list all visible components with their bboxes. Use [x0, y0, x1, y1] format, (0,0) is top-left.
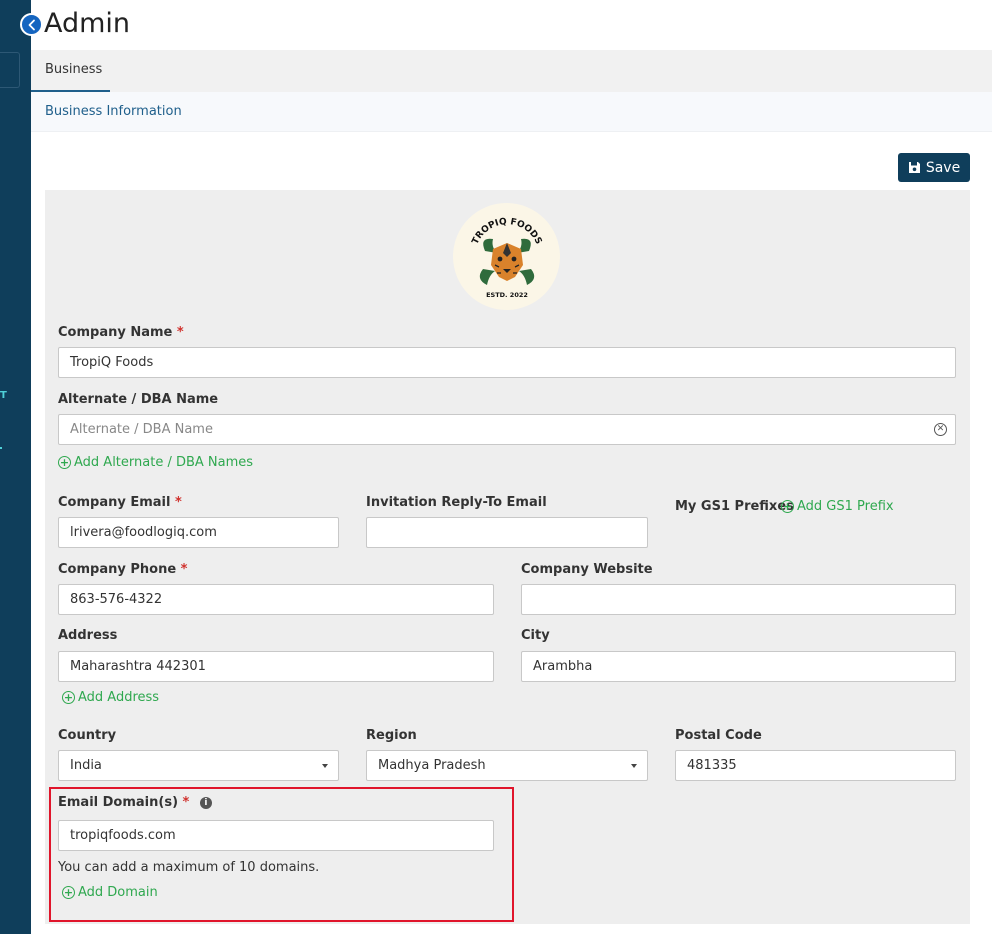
sidebar-nav-text-fragment[interactable]: T	[0, 390, 8, 401]
plus-circle-icon: +	[781, 500, 794, 513]
postal-code-label: Postal Code	[675, 728, 762, 743]
city-input[interactable]: Arambha	[521, 651, 956, 682]
country-value: India	[70, 758, 102, 773]
svg-text:TROPIQ FOODS: TROPIQ FOODS	[470, 216, 543, 245]
add-gs1-prefix-link[interactable]: + Add GS1 Prefix	[781, 499, 894, 514]
gs1-prefixes-label: My GS1 Prefixes	[675, 499, 794, 514]
company-website-label: Company Website	[521, 562, 653, 577]
company-phone-input[interactable]: 863-576-4322	[58, 584, 494, 615]
company-logo[interactable]: TROPIQ FOODS ESTD. 2022	[453, 203, 560, 310]
add-domain-link[interactable]: + Add Domain	[62, 885, 158, 900]
plus-circle-icon: +	[62, 886, 75, 899]
alt-name-input[interactable]: Alternate / DBA Name ✕	[58, 414, 956, 445]
dropdown-caret-icon	[631, 764, 637, 768]
address-input[interactable]: Maharashtra 442301	[58, 651, 494, 682]
region-label: Region	[366, 728, 417, 743]
save-button-label: Save	[925, 159, 961, 176]
company-name-label: Company Name *	[58, 325, 184, 340]
email-domains-label: Email Domain(s) * i	[58, 795, 212, 810]
invitation-email-label: Invitation Reply-To Email	[366, 495, 547, 510]
sidebar: T	[0, 0, 31, 934]
sidebar-nav-dot	[0, 447, 2, 449]
plus-circle-icon: +	[62, 691, 75, 704]
add-alt-name-link[interactable]: + Add Alternate / DBA Names	[58, 455, 253, 470]
country-select[interactable]: India	[58, 750, 339, 781]
email-domain-hint: You can add a maximum of 10 domains.	[58, 860, 320, 875]
dropdown-caret-icon	[322, 764, 328, 768]
clear-x-icon[interactable]: ✕	[934, 423, 947, 436]
sub-navigation: Business Information	[31, 92, 992, 132]
country-label: Country	[58, 728, 117, 743]
page-title: Admin	[44, 8, 131, 39]
tiger-logo-icon: TROPIQ FOODS ESTD. 2022	[470, 216, 543, 299]
subnav-business-information[interactable]: Business Information	[45, 104, 182, 119]
floppy-disk-icon	[908, 162, 920, 173]
tab-business[interactable]: Business	[31, 50, 110, 92]
alt-name-label: Alternate / DBA Name	[58, 392, 219, 407]
invitation-email-input[interactable]	[366, 517, 648, 548]
company-name-input[interactable]: TropiQ Foods	[58, 347, 956, 378]
address-label: Address	[58, 628, 118, 643]
region-value: Madhya Pradesh	[378, 758, 486, 773]
add-address-link[interactable]: + Add Address	[62, 690, 159, 705]
svg-text:ESTD. 2022: ESTD. 2022	[486, 291, 528, 299]
company-phone-label: Company Phone *	[58, 562, 188, 577]
alt-name-placeholder: Alternate / DBA Name	[70, 422, 213, 437]
collapse-sidebar-button[interactable]	[20, 13, 43, 36]
tab-bar: Business	[31, 50, 992, 92]
region-select[interactable]: Madhya Pradesh	[366, 750, 648, 781]
company-email-input[interactable]: lrivera@foodlogiq.com	[58, 517, 339, 548]
info-icon[interactable]: i	[199, 797, 212, 809]
city-label: City	[521, 628, 550, 643]
email-domain-input[interactable]: tropiqfoods.com	[58, 820, 494, 851]
chevron-left-icon	[28, 19, 35, 30]
sidebar-nav-box[interactable]	[0, 52, 20, 88]
plus-circle-icon: +	[58, 456, 71, 469]
postal-code-input[interactable]: 481335	[675, 750, 956, 781]
save-button[interactable]: Save	[898, 153, 970, 182]
company-email-label: Company Email *	[58, 495, 182, 510]
company-website-input[interactable]	[521, 584, 956, 615]
